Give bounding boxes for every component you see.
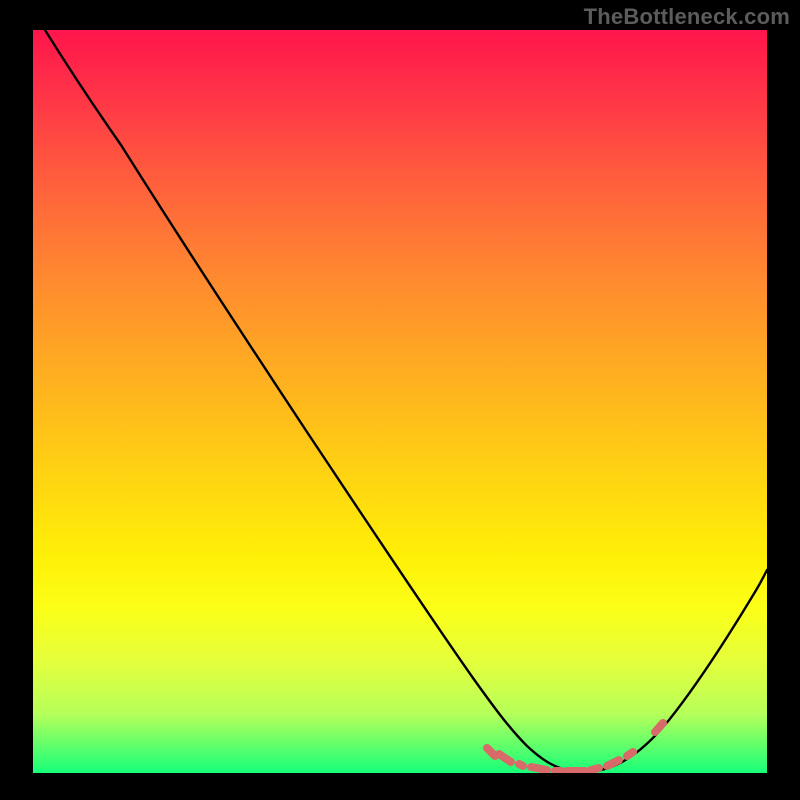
chart-frame: TheBottleneck.com [0,0,800,800]
bottleneck-curve [45,30,767,772]
chart-overlay [33,30,767,773]
watermark-text: TheBottleneck.com [584,4,790,30]
plot-area [33,30,767,773]
